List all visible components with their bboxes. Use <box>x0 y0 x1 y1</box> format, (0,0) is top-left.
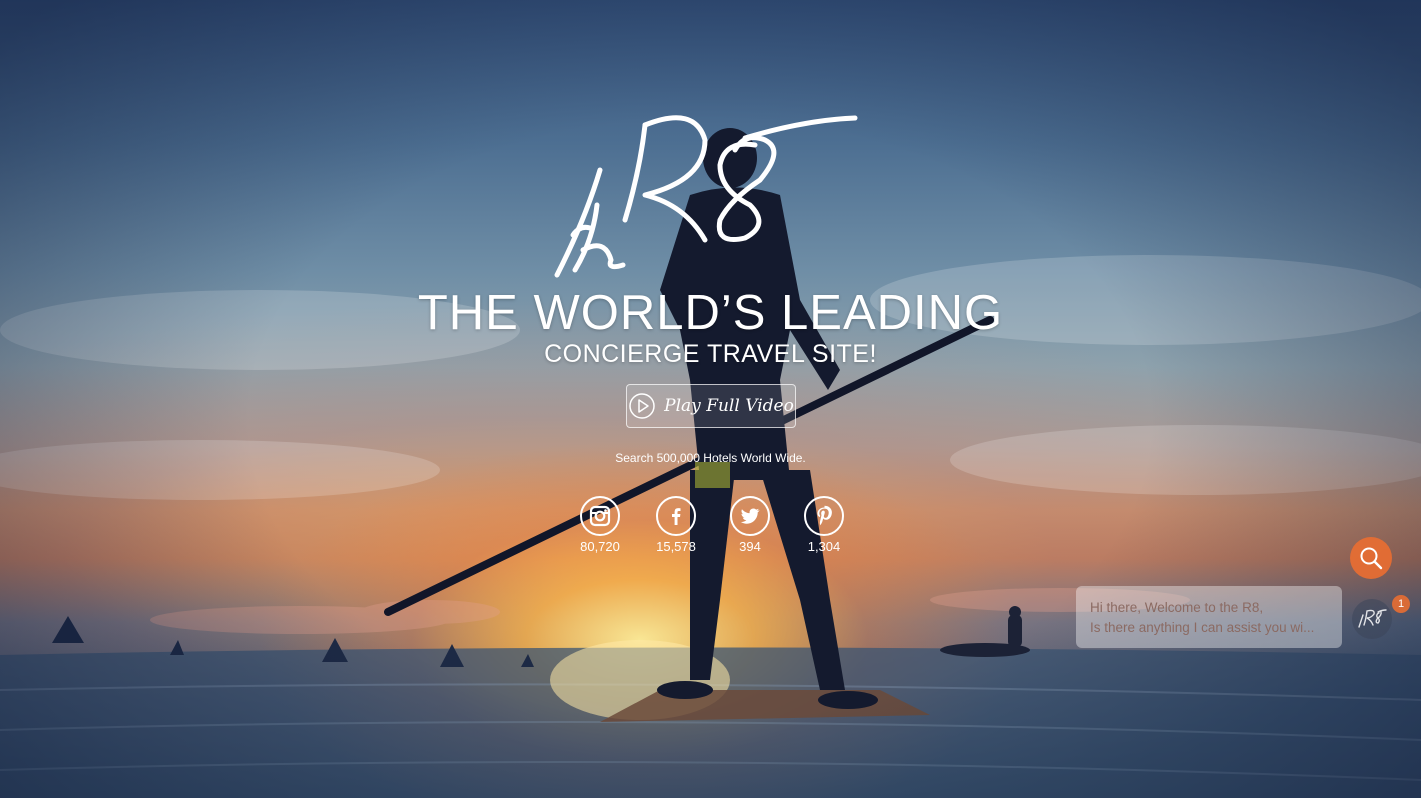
the-r8-logo <box>554 115 858 278</box>
chat-welcome-bubble[interactable]: Hi there, Welcome to the R8, Is there an… <box>1076 586 1342 648</box>
search-button[interactable] <box>1350 537 1392 579</box>
chat-avatar-button[interactable] <box>1352 599 1392 639</box>
social-twitter[interactable]: 394 <box>720 496 780 554</box>
hero-headline: THE WORLD’S LEADING <box>417 286 1004 340</box>
hero-section: THE WORLD’S LEADING CONCIERGE TRAVEL SIT… <box>0 0 1421 798</box>
pinterest-icon <box>804 496 844 536</box>
chat-message-line-2: Is there anything I can assist you wi... <box>1090 620 1315 635</box>
social-instagram[interactable]: 80,720 <box>570 496 630 554</box>
instagram-count: 80,720 <box>580 539 620 554</box>
chat-notification-badge: 1 <box>1392 595 1410 613</box>
social-stats: 80,720 15,578 394 1,304 <box>570 496 860 560</box>
chat-message-line-1: Hi there, Welcome to the R8, <box>1090 600 1264 615</box>
the-r8-chat-avatar-icon <box>1358 609 1387 628</box>
twitter-icon <box>730 496 770 536</box>
facebook-icon <box>656 496 696 536</box>
facebook-count: 15,578 <box>656 539 696 554</box>
search-icon <box>1360 547 1383 570</box>
social-pinterest[interactable]: 1,304 <box>794 496 854 554</box>
play-button-label: Play Full Video <box>664 396 794 416</box>
twitter-count: 394 <box>739 539 761 554</box>
pinterest-count: 1,304 <box>807 539 841 554</box>
play-icon <box>629 393 655 419</box>
play-full-video-button[interactable]: Play Full Video <box>626 384 796 428</box>
social-facebook[interactable]: 15,578 <box>646 496 706 554</box>
instagram-icon <box>580 496 620 536</box>
hero-subheadline: CONCIERGE TRAVEL SITE! <box>544 340 877 368</box>
hero-tagline: Search 500,000 Hotels World Wide. <box>615 451 806 465</box>
